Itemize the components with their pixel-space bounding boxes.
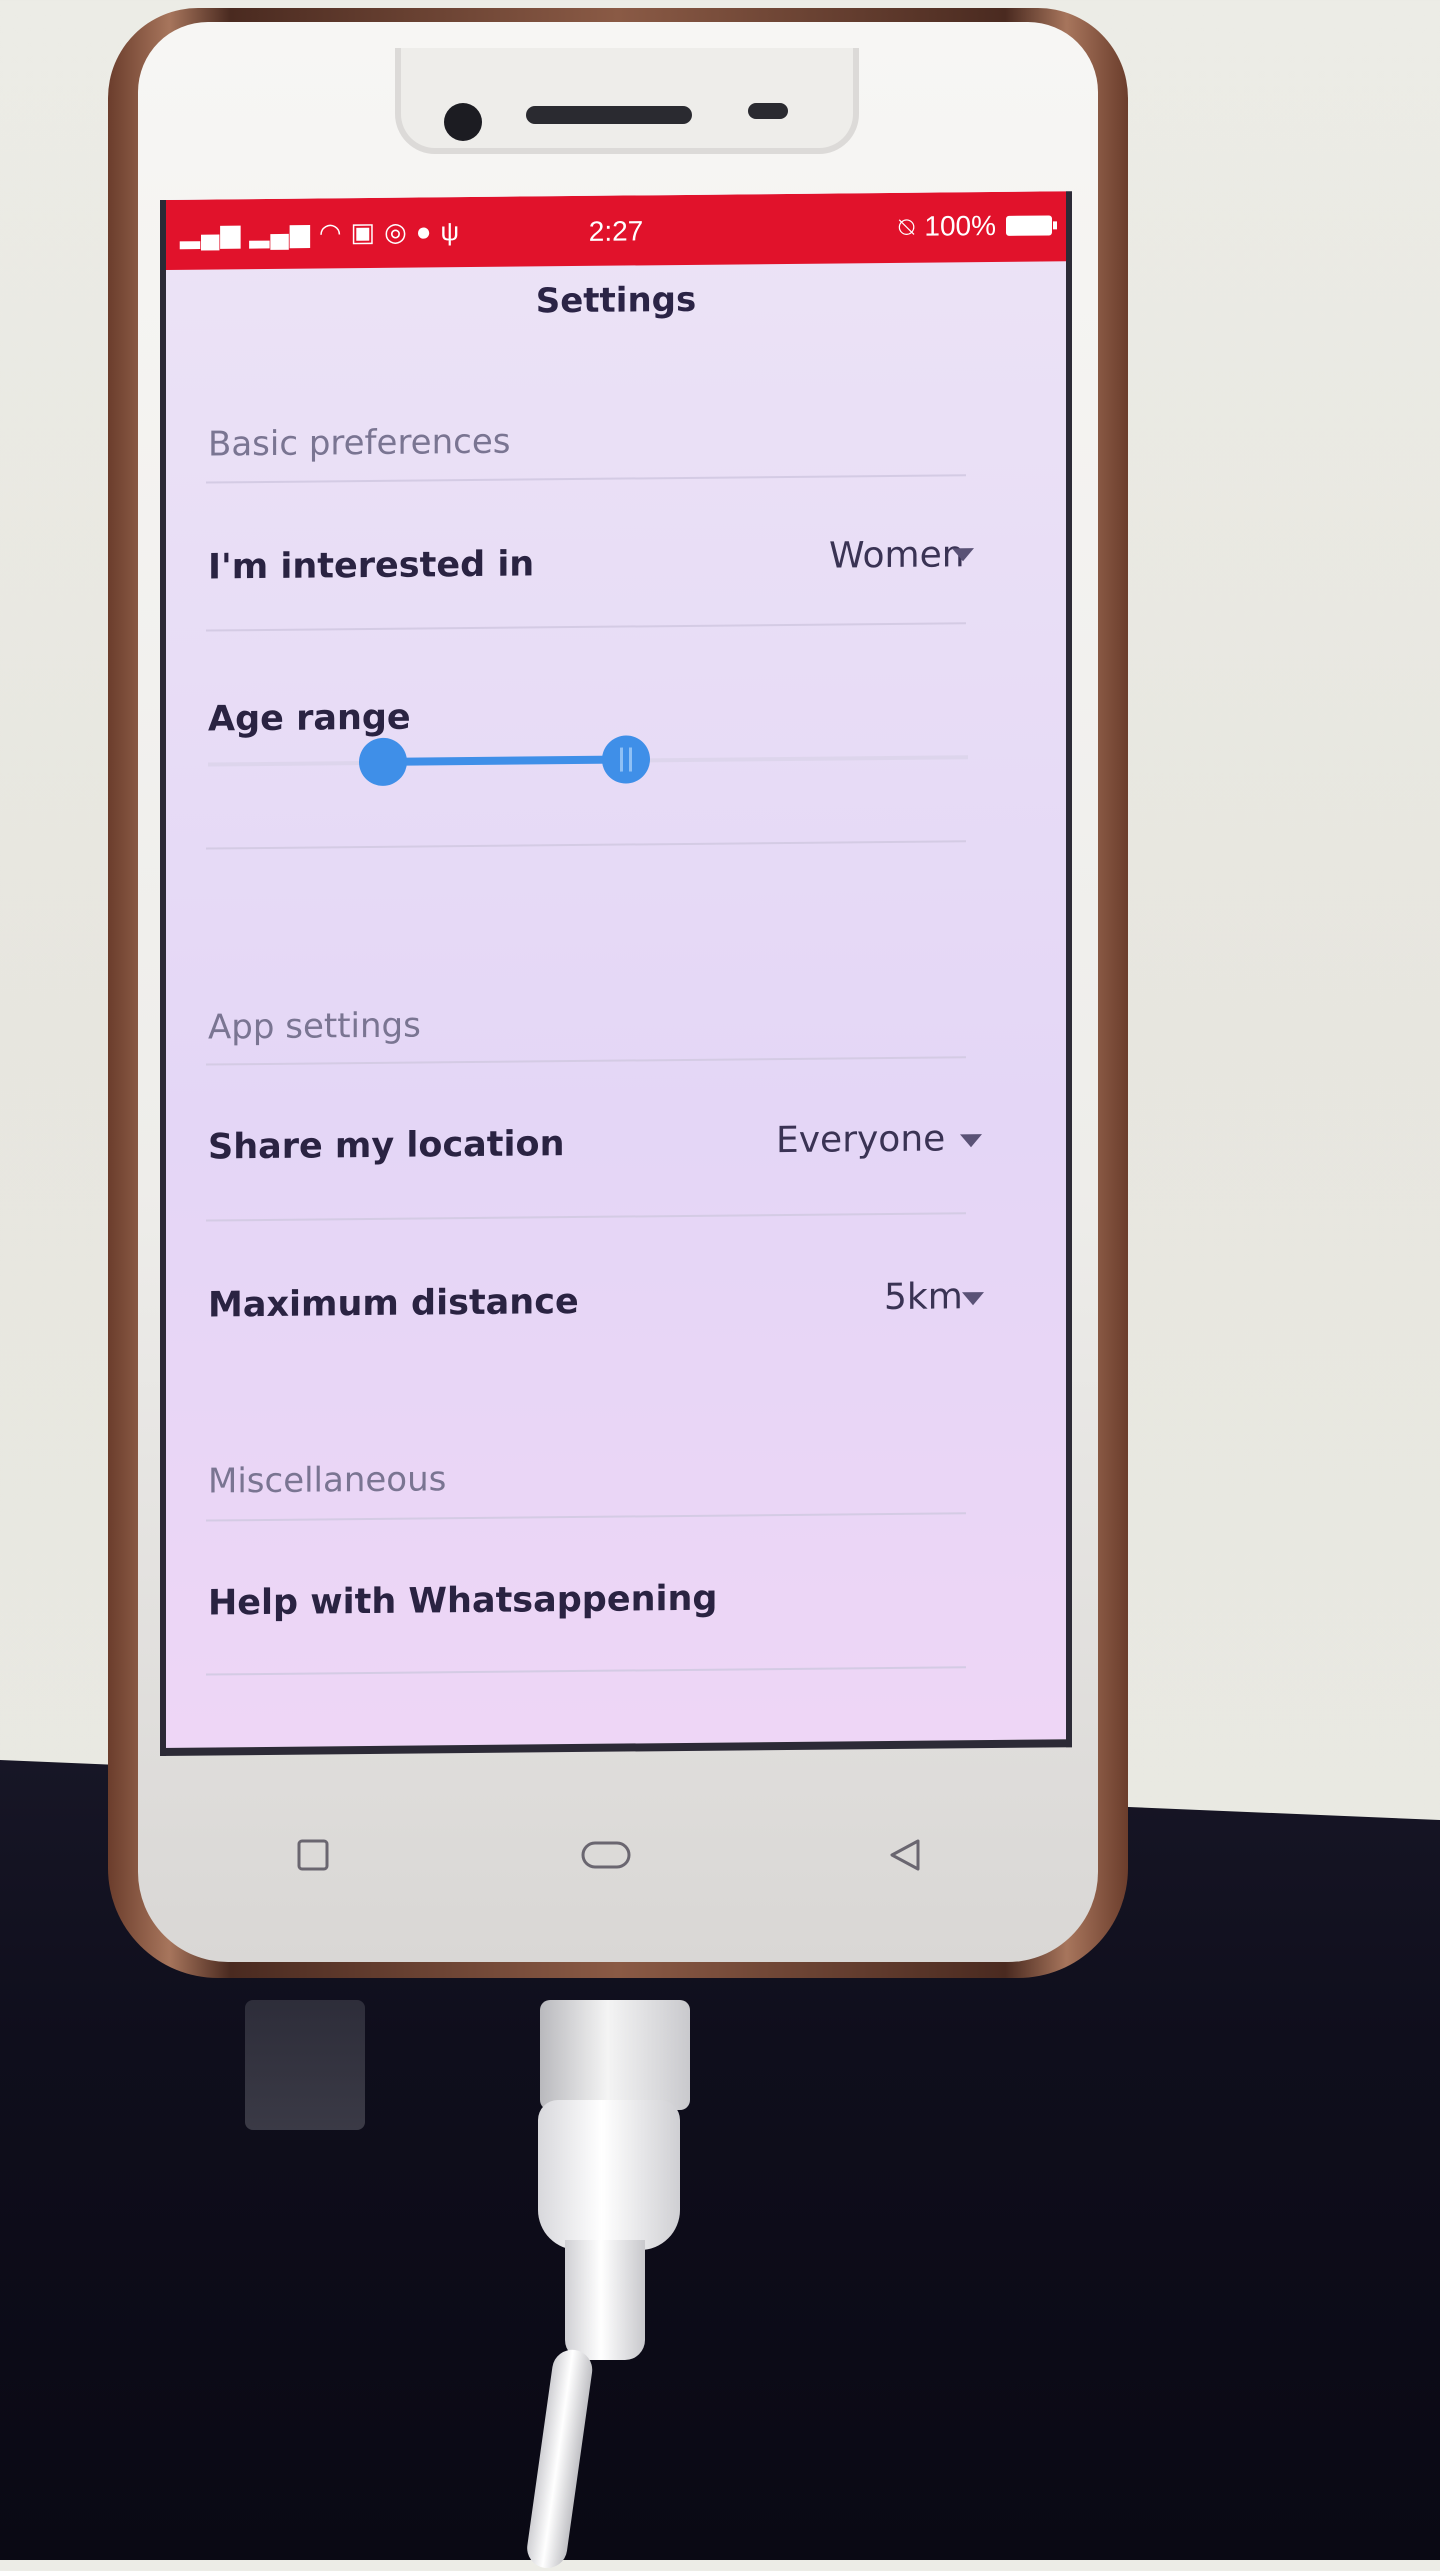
phone-screen: ▂▄▆ ▂▄▆ ◠ ▣ ◎ ● ψ 2:27 ⍉ 100% Settings B… <box>160 191 1072 1757</box>
mute-icon: ⍉ <box>898 211 915 242</box>
chevron-down-icon <box>960 1134 982 1148</box>
section-header-app-settings: App settings <box>208 1005 421 1048</box>
divider <box>206 1512 966 1522</box>
age-range-label: Age range <box>208 697 411 740</box>
interested-in-dropdown[interactable]: Women <box>829 534 965 576</box>
max-distance-dropdown[interactable]: 5km <box>884 1276 963 1318</box>
max-distance-label: Maximum distance <box>208 1281 579 1326</box>
share-location-dropdown[interactable]: Everyone <box>776 1118 945 1161</box>
divider <box>206 622 966 632</box>
home-icon[interactable] <box>580 1838 632 1872</box>
back-icon[interactable] <box>888 1838 922 1872</box>
status-bar: ▂▄▆ ▂▄▆ ◠ ▣ ◎ ● ψ 2:27 ⍉ 100% <box>166 191 1066 270</box>
share-location-label: Share my location <box>208 1124 565 1168</box>
divider <box>206 1212 966 1222</box>
divider <box>206 1666 966 1676</box>
slider-max-thumb[interactable] <box>602 735 650 784</box>
slider-range-fill <box>382 755 626 766</box>
cable-strain-relief <box>565 2240 645 2360</box>
earpiece-speaker <box>526 106 692 124</box>
divider <box>206 840 966 850</box>
chevron-down-icon <box>952 548 974 562</box>
divider <box>206 474 966 484</box>
chevron-down-icon <box>962 1292 984 1306</box>
section-header-basic-preferences: Basic preferences <box>208 421 511 465</box>
section-header-miscellaneous: Miscellaneous <box>208 1459 447 1502</box>
battery-percent: 100% <box>924 209 996 242</box>
grip-icon <box>620 747 632 772</box>
status-right-icons: ⍉ 100% <box>899 209 1052 242</box>
usb-adapter <box>245 2000 365 2130</box>
slider-min-thumb[interactable] <box>358 737 407 787</box>
divider <box>206 1056 966 1066</box>
charger-plug <box>540 2000 690 2110</box>
recent-apps-icon[interactable] <box>296 1838 330 1872</box>
battery-icon <box>1006 215 1052 236</box>
cable-connector <box>538 2100 680 2250</box>
interested-in-label: I'm interested in <box>208 544 535 588</box>
page-title: Settings <box>535 279 697 322</box>
proximity-sensor <box>748 103 788 119</box>
front-camera <box>444 103 482 141</box>
help-link[interactable]: Help with Whatsappening <box>208 1579 717 1624</box>
